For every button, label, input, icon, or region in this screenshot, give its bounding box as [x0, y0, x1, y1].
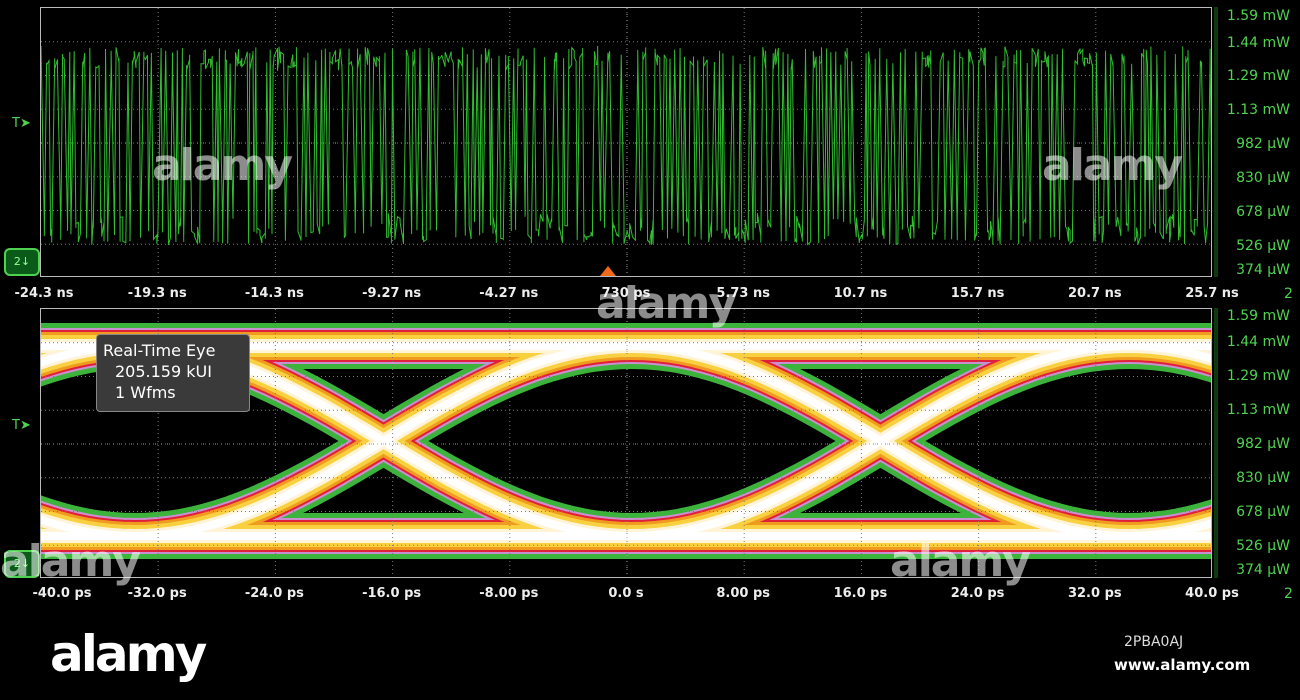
x-axis-tick-label: -24.0 ps	[244, 586, 304, 601]
x-axis-tick-label: -9.27 ns	[362, 286, 422, 301]
x-axis-tick-label: -14.3 ns	[244, 286, 304, 301]
y-axis-tick-label: 830 µW	[1236, 170, 1290, 186]
alamy-logo: alamy	[50, 625, 207, 683]
x-axis-tick-label: 16.0 ps	[833, 586, 888, 601]
y-axis-tick-label: 374 µW	[1236, 262, 1290, 278]
y-axis-tick-label: 678 µW	[1236, 204, 1290, 220]
x-axis-tick-label: -24.3 ns	[14, 286, 74, 301]
eye-info-overlay[interactable]: Real-Time Eye 205.159 kUI 1 Wfms	[96, 334, 250, 412]
x-axis-tick-label: -8.00 ps	[479, 586, 539, 601]
y-axis-tick-label: 982 µW	[1236, 436, 1290, 452]
x-axis-tick-label: 10.7 ns	[833, 286, 888, 301]
watermark: alamy	[1042, 140, 1183, 191]
y-axis-tick-label: 1.13 mW	[1226, 102, 1290, 118]
y-axis-tick-label: 526 µW	[1236, 538, 1290, 554]
y-axis-tick-label: 1.44 mW	[1226, 334, 1290, 350]
x-axis-tick-label: 40.0 ps	[1185, 586, 1239, 601]
channel-label-top: 2	[1284, 286, 1293, 302]
x-axis-tick-label: 32.0 ps	[1067, 586, 1122, 601]
x-axis-tick-label: 25.7 ns	[1185, 286, 1239, 301]
watermark-url: www.alamy.com	[1114, 656, 1251, 674]
y-axis-tick-label: 982 µW	[1236, 136, 1290, 152]
x-axis-tick-label: 20.7 ns	[1068, 286, 1122, 301]
x-axis-tick-label: -4.27 ns	[479, 286, 539, 301]
watermark: alamy	[890, 536, 1031, 587]
eye-title: Real-Time Eye	[103, 341, 216, 360]
y-axis-tick-label: 1.59 mW	[1226, 8, 1290, 24]
y-axis-tick-label: 1.29 mW	[1226, 68, 1290, 84]
x-axis-tick-label: 8.00 ps	[716, 586, 771, 601]
trigger-position-icon[interactable]	[600, 266, 616, 276]
y-axis-tick-label: 526 µW	[1236, 238, 1290, 254]
watermark: alamy	[152, 140, 293, 191]
x-axis-tick-label: -16.0 ps	[362, 586, 422, 601]
y-axis-tick-label: 1.13 mW	[1226, 402, 1290, 418]
x-axis-tick-label: -40.0 ps	[32, 586, 92, 601]
y-axis-tick-label: 678 µW	[1236, 504, 1290, 520]
image-id: 2PBA0AJ	[1124, 634, 1184, 650]
eye-waveform-count: 1 Wfms	[115, 383, 176, 402]
channel-2-badge-top[interactable]: 2↓	[4, 248, 40, 276]
eye-ui-count: 205.159 kUI	[115, 362, 212, 381]
x-axis-tick-label: -19.3 ns	[127, 286, 187, 301]
watermark: alamy	[0, 536, 141, 587]
trigger-level-marker-bottom[interactable]: T➤	[12, 418, 31, 433]
trigger-level-marker-top[interactable]: T➤	[12, 116, 31, 131]
watermark: alamy	[596, 278, 737, 329]
y-axis-tick-label: 1.29 mW	[1226, 368, 1290, 384]
x-axis-tick-label: -32.0 ps	[127, 586, 187, 601]
y-axis-tick-label: 374 µW	[1236, 562, 1290, 578]
y-axis-tick-label: 1.44 mW	[1226, 35, 1290, 51]
channel-label-bottom: 2	[1284, 586, 1293, 602]
y-axis-tick-label: 1.59 mW	[1226, 308, 1290, 324]
x-axis-tick-label: 0.0 s	[608, 586, 644, 601]
x-axis-tick-label: 15.7 ns	[950, 286, 1005, 301]
x-axis-tick-label: 24.0 ps	[950, 586, 1005, 601]
y-axis-tick-label: 830 µW	[1236, 470, 1290, 486]
